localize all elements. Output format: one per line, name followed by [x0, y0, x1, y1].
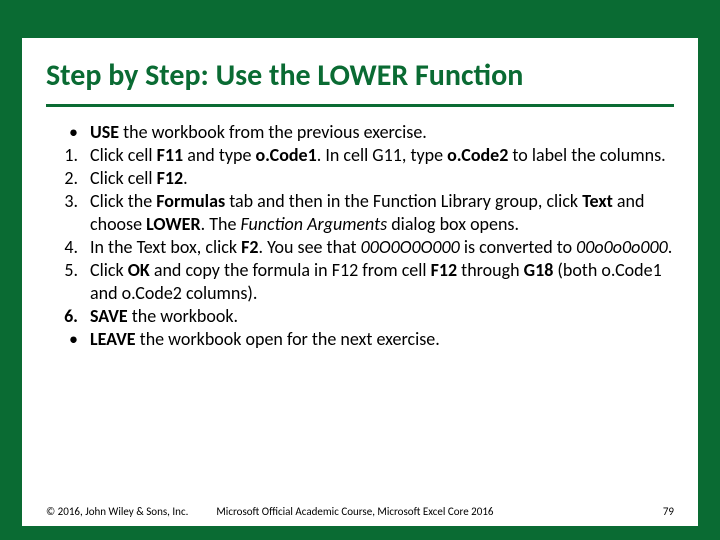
list-text: Click cell F12.: [90, 167, 674, 190]
list-item: 5.Click OK and copy the formula in F12 f…: [46, 259, 674, 305]
list-marker: •: [46, 328, 90, 351]
slide-body: Step by Step: Use the LOWER Function •US…: [22, 38, 698, 526]
slide-title: Step by Step: Use the LOWER Function: [46, 58, 674, 107]
list-marker: •: [46, 121, 90, 144]
list-marker: 4.: [46, 236, 90, 259]
list-text: In the Text box, click F2. You see that …: [90, 236, 674, 259]
list-item: 3.Click the Formulas tab and then in the…: [46, 190, 674, 236]
list-text: SAVE the workbook.: [90, 305, 674, 328]
list-text: Click the Formulas tab and then in the F…: [90, 190, 674, 236]
copyright-text: © 2016, John Wiley & Sons, Inc.: [46, 505, 216, 518]
page-number: 79: [663, 505, 674, 518]
list-item: •LEAVE the workbook open for the next ex…: [46, 328, 674, 351]
list-marker: 5.: [46, 259, 90, 305]
list-marker: 2.: [46, 167, 90, 190]
list-text: Click cell F11 and type o.Code1. In cell…: [90, 144, 674, 167]
list-marker: 3.: [46, 190, 90, 236]
list-item: •USE the workbook from the previous exer…: [46, 121, 674, 144]
list-item: 6.SAVE the workbook.: [46, 305, 674, 328]
list-text: USE the workbook from the previous exerc…: [90, 121, 674, 144]
list-marker: 6.: [46, 305, 90, 328]
list-text: LEAVE the workbook open for the next exe…: [90, 328, 674, 351]
course-text: Microsoft Official Academic Course, Micr…: [216, 505, 662, 518]
list-text: Click OK and copy the formula in F12 fro…: [90, 259, 674, 305]
list-marker: 1.: [46, 144, 90, 167]
list-item: 4.In the Text box, click F2. You see tha…: [46, 236, 674, 259]
list-item: 2.Click cell F12.: [46, 167, 674, 190]
footer: © 2016, John Wiley & Sons, Inc. Microsof…: [46, 505, 674, 518]
slide-frame: Step by Step: Use the LOWER Function •US…: [0, 0, 720, 540]
step-list: •USE the workbook from the previous exer…: [46, 121, 674, 351]
list-item: 1.Click cell F11 and type o.Code1. In ce…: [46, 144, 674, 167]
